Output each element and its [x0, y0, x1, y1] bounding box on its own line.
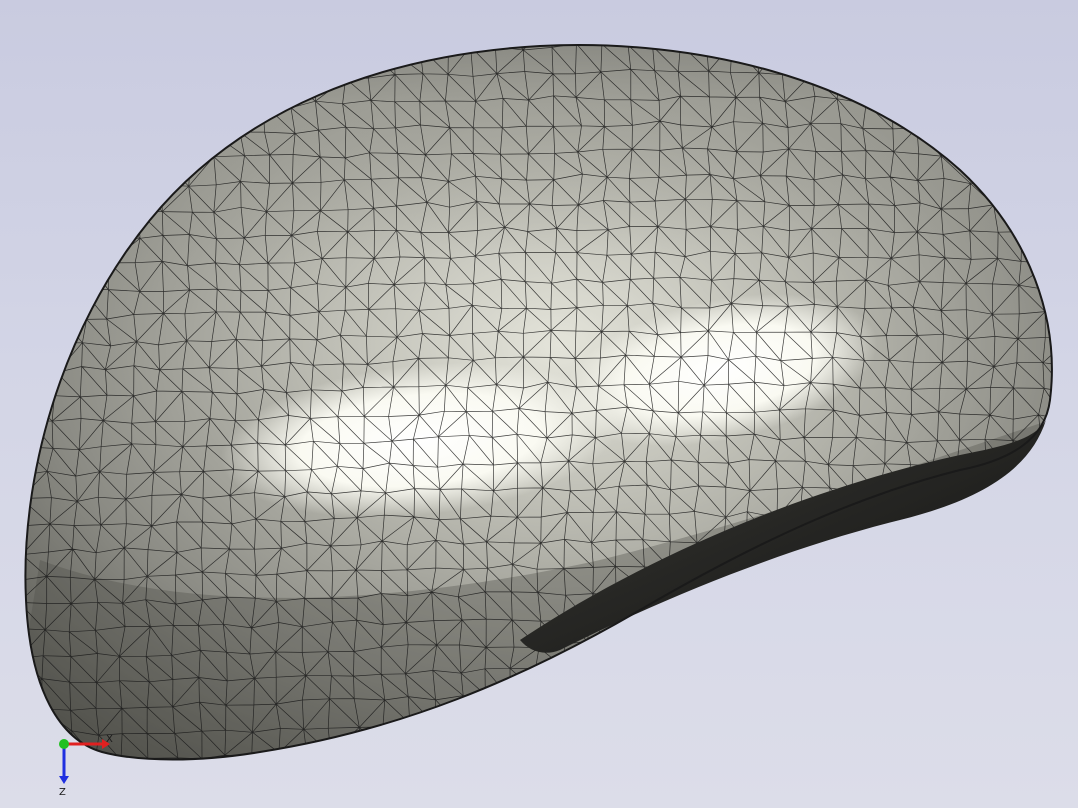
- z-axis-arrow-icon: [59, 776, 69, 784]
- axis-triad: X Z: [59, 734, 113, 798]
- x-axis-label: X: [106, 734, 113, 745]
- graphics-viewport[interactable]: X Z: [0, 0, 1078, 808]
- y-axis-dot-icon: [59, 739, 69, 749]
- model-mesh[interactable]: [0, 0, 1078, 808]
- z-axis-label: Z: [59, 787, 66, 798]
